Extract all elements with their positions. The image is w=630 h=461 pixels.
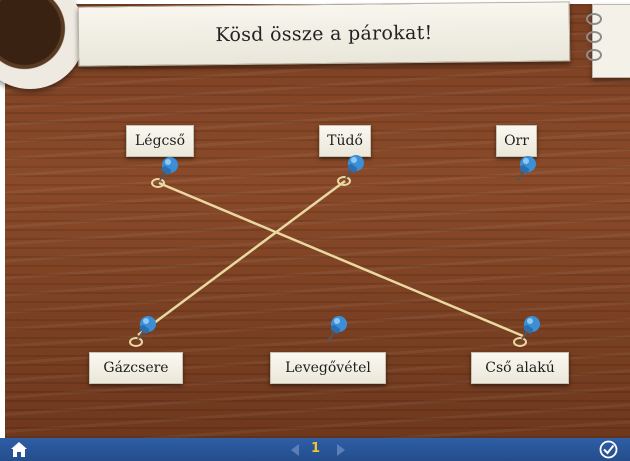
pushpin-icon[interactable] xyxy=(510,312,544,348)
pushpin-icon[interactable] xyxy=(334,151,368,187)
pushpin-icon[interactable] xyxy=(507,152,541,188)
card-label: Cső alakú xyxy=(485,360,555,376)
notebook-ring xyxy=(586,49,602,61)
footer-bar: 1 xyxy=(0,438,630,461)
pushpin-icon[interactable] xyxy=(148,153,182,189)
home-icon[interactable] xyxy=(10,441,28,458)
previous-page-icon[interactable] xyxy=(291,444,299,456)
card-label: Tüdő xyxy=(327,133,363,149)
instruction-title: Kösd össze a párokat! xyxy=(215,21,433,47)
title-paper: Kösd össze a párokat! xyxy=(77,1,571,67)
card-label: Gázcsere xyxy=(103,360,169,376)
notebook-ring xyxy=(586,13,602,25)
notebook-decoration xyxy=(586,4,630,78)
card-bottom-2[interactable]: Levegővétel xyxy=(270,352,386,384)
page-number: 1 xyxy=(311,441,321,456)
check-answer-icon[interactable] xyxy=(599,440,618,459)
card-label: Orr xyxy=(504,133,529,149)
pushpin-icon[interactable] xyxy=(318,312,352,348)
pager: 1 xyxy=(287,440,347,459)
coffee-cup-decoration xyxy=(0,0,85,89)
card-label: Levegővétel xyxy=(285,360,371,376)
card-bottom-1[interactable]: Gázcsere xyxy=(89,352,183,384)
pushpin-icon[interactable] xyxy=(126,312,160,348)
notebook-ring xyxy=(586,31,602,43)
next-page-icon[interactable] xyxy=(337,444,345,456)
card-bottom-3[interactable]: Cső alakú xyxy=(471,352,569,384)
card-label: Légcső xyxy=(135,133,185,149)
